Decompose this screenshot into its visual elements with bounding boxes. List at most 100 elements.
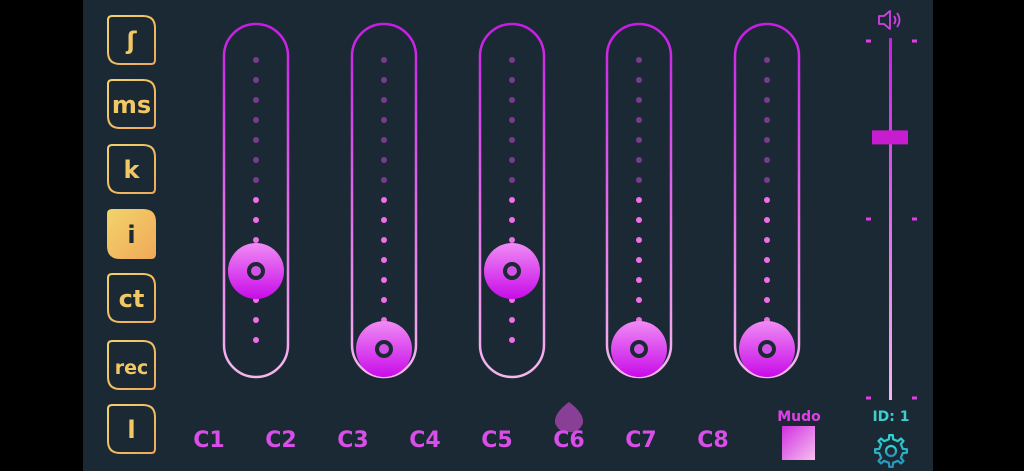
slider-dot [509, 177, 515, 183]
channel-tab[interactable]: C2 [265, 428, 296, 453]
slider-dot [253, 177, 259, 183]
channel-tab[interactable]: C6 [553, 402, 585, 453]
s-button-label: ʃ [126, 27, 138, 55]
k-button[interactable]: k [107, 144, 156, 194]
channel-label: C7 [625, 428, 656, 453]
slider-dot [253, 97, 259, 103]
slider-dot [381, 257, 387, 263]
slider-dot [764, 117, 770, 123]
slider-dot [636, 277, 642, 283]
slider-dot [253, 237, 259, 243]
side-button-column: ʃ ms k i ct rec l [107, 15, 156, 454]
slider-dot [509, 237, 515, 243]
ct-button[interactable]: ct [107, 273, 156, 323]
channel-slider[interactable] [222, 22, 290, 379]
volume-control: ID: 1 [866, 10, 917, 468]
slider-dot [764, 157, 770, 163]
slider-dot [509, 217, 515, 223]
slider-dot [253, 117, 259, 123]
volume-track[interactable] [889, 38, 892, 400]
volume-thumb[interactable] [872, 130, 908, 145]
slider-dot [764, 177, 770, 183]
channel-slider[interactable] [605, 22, 673, 379]
rec-button[interactable]: rec [107, 340, 156, 390]
slider-dot [253, 337, 259, 343]
channel-slider[interactable] [350, 22, 418, 379]
slider-dot [509, 197, 515, 203]
slider-dot [253, 77, 259, 83]
slider-dot [381, 177, 387, 183]
mute-button[interactable] [782, 426, 815, 460]
slider-dot [381, 277, 387, 283]
channel-tab[interactable]: C1 [193, 428, 224, 453]
ms-button-label: ms [112, 91, 151, 119]
i-button[interactable]: i [107, 209, 156, 259]
slider-dot [381, 57, 387, 63]
volume-tick [866, 396, 871, 400]
slider-dot [509, 117, 515, 123]
volume-tick [912, 39, 917, 43]
mute-control[interactable]: Mudo [777, 409, 821, 460]
slider-knob[interactable] [484, 243, 540, 299]
knob-center [634, 344, 644, 354]
volume-tick [912, 217, 917, 221]
channel-slider[interactable] [478, 22, 546, 379]
slider-dot [764, 97, 770, 103]
knob-center [251, 266, 261, 276]
channel-label: C3 [337, 428, 368, 453]
slider-dot [764, 77, 770, 83]
channel-slider[interactable] [733, 22, 801, 379]
channel-label: C1 [193, 428, 224, 453]
slider-dot [381, 237, 387, 243]
slider-dot [764, 297, 770, 303]
channel-tab[interactable]: C5 [481, 428, 512, 453]
slider-dot [253, 317, 259, 323]
slider-dot [509, 137, 515, 143]
slider-dot [509, 77, 515, 83]
mixer-svg: ʃ ms k i ct rec l C1 C2 C3 C4 C5 C6 C7 C8 Mudo ID: 1 [107, 10, 917, 468]
channel-tab[interactable]: C3 [337, 428, 368, 453]
slider-dot [764, 217, 770, 223]
slider-knob[interactable] [356, 321, 412, 377]
slider-dot [509, 57, 515, 63]
slider-dot [764, 277, 770, 283]
slider-dot [381, 117, 387, 123]
slider-dot [509, 317, 515, 323]
slider-dot [509, 97, 515, 103]
ms-button[interactable]: ms [107, 79, 156, 129]
slider-dot [636, 297, 642, 303]
slider-dot [509, 157, 515, 163]
l-button-label: l [127, 416, 135, 444]
slider-dot [381, 197, 387, 203]
channel-tab[interactable]: C8 [697, 428, 728, 453]
slider-dot [381, 97, 387, 103]
volume-tick [866, 217, 871, 221]
slider-dot [253, 137, 259, 143]
s-button[interactable]: ʃ [107, 15, 156, 65]
slider-dot [636, 137, 642, 143]
slider-knob[interactable] [611, 321, 667, 377]
channel-sliders [222, 22, 801, 379]
id-label: ID: 1 [872, 409, 909, 425]
ct-button-label: ct [119, 285, 145, 313]
slider-dot [636, 77, 642, 83]
channel-tab[interactable]: C4 [409, 428, 440, 453]
i-button-label: i [127, 221, 135, 249]
l-button[interactable]: l [107, 404, 156, 454]
slider-dot [636, 217, 642, 223]
volume-tick [912, 396, 917, 400]
slider-dot [509, 337, 515, 343]
gear-icon[interactable] [874, 434, 908, 468]
channel-tab[interactable]: C7 [625, 428, 656, 453]
slider-dot [636, 257, 642, 263]
channel-label: C6 [553, 428, 584, 453]
slider-dot [764, 137, 770, 143]
slider-dot [381, 137, 387, 143]
slider-dot [253, 197, 259, 203]
mixer-panel: ʃ ms k i ct rec l C1 C2 C3 C4 C5 C6 C7 C8 Mudo ID: 1 [83, 0, 933, 471]
speaker-icon[interactable] [878, 10, 901, 30]
channel-label: C8 [697, 428, 728, 453]
slider-knob[interactable] [228, 243, 284, 299]
channel-label: C4 [409, 428, 440, 453]
slider-knob[interactable] [739, 321, 795, 377]
